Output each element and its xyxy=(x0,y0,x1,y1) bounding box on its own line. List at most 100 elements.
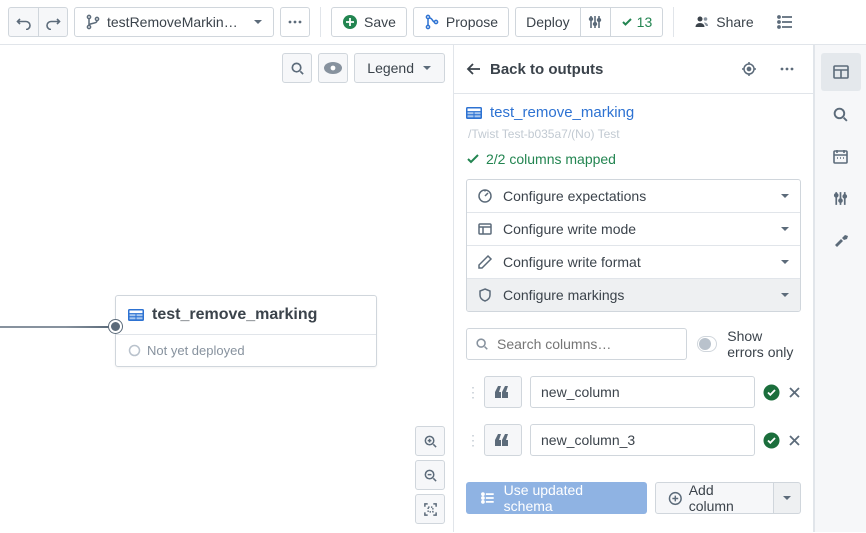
deploy-status-button[interactable]: 13 xyxy=(610,7,664,37)
rail-sliders-button[interactable] xyxy=(821,179,861,217)
panel-more-button[interactable] xyxy=(773,55,801,83)
valid-icon xyxy=(763,384,780,401)
more-icon xyxy=(287,14,303,30)
canvas[interactable]: Legend test_remove_marking Not yet deplo… xyxy=(0,45,454,532)
config-label: Configure markings xyxy=(503,287,770,303)
dataset-icon xyxy=(466,105,482,121)
save-icon xyxy=(342,14,358,30)
back-label: Back to outputs xyxy=(490,61,603,78)
search-icon xyxy=(832,106,849,123)
drag-handle[interactable]: ⋮⋮ xyxy=(466,433,476,447)
zoom-in-button[interactable] xyxy=(415,426,445,456)
check-icon xyxy=(466,152,480,166)
drag-handle[interactable]: ⋮⋮ xyxy=(466,385,476,399)
arrow-left-icon xyxy=(466,61,482,77)
people-icon xyxy=(694,14,710,30)
caret-down-icon xyxy=(780,257,790,267)
configure-expectations-row[interactable]: Configure expectations xyxy=(467,180,800,213)
search-icon xyxy=(475,337,489,351)
target-button[interactable] xyxy=(735,55,763,83)
sliders-icon xyxy=(832,190,849,207)
zoom-in-icon xyxy=(423,434,438,449)
caret-down-icon xyxy=(780,191,790,201)
zoom-fit-button[interactable] xyxy=(415,494,445,524)
dataset-icon xyxy=(128,307,144,323)
share-label: Share xyxy=(716,14,753,30)
more-button[interactable] xyxy=(280,7,310,37)
save-button[interactable]: Save xyxy=(331,7,407,37)
circle-icon xyxy=(128,344,141,357)
fullscreen-icon xyxy=(423,502,438,517)
column-type-button[interactable] xyxy=(484,424,522,456)
caret-down-icon xyxy=(780,290,790,300)
search-columns-input[interactable] xyxy=(497,336,678,352)
input-port[interactable] xyxy=(109,320,122,333)
deploy-settings-button[interactable] xyxy=(580,7,610,37)
branch-name: testRemoveMarkin… xyxy=(107,14,238,30)
dataset-node[interactable]: test_remove_marking Not yet deployed xyxy=(115,295,377,367)
node-title: test_remove_marking xyxy=(152,306,317,324)
use-updated-schema-button[interactable]: Use updated schema xyxy=(466,482,647,514)
legend-button[interactable]: Legend xyxy=(354,53,445,83)
columns-mapped-status: 2/2 columns mapped xyxy=(466,147,801,167)
show-errors-label: Show errors only xyxy=(727,328,801,360)
outline-button[interactable] xyxy=(770,7,800,37)
configure-write-format-row[interactable]: Configure write format xyxy=(467,246,800,279)
config-label: Configure write mode xyxy=(503,221,770,237)
save-label: Save xyxy=(364,14,396,30)
right-rail xyxy=(814,45,866,532)
panel-icon xyxy=(832,63,850,81)
mapped-text: 2/2 columns mapped xyxy=(486,151,616,167)
canvas-search-button[interactable] xyxy=(282,53,312,83)
plus-circle-icon xyxy=(668,491,683,506)
configure-markings-row[interactable]: Configure markings xyxy=(467,279,800,311)
use-updated-label: Use updated schema xyxy=(504,482,633,514)
propose-button[interactable]: Propose xyxy=(413,7,509,37)
deploy-group: Deploy 13 xyxy=(515,7,663,37)
caret-down-icon xyxy=(780,224,790,234)
zoom-out-button[interactable] xyxy=(415,460,445,490)
undo-button[interactable] xyxy=(8,7,38,37)
column-name-input[interactable]: new_column xyxy=(530,376,755,408)
deploy-label: Deploy xyxy=(526,14,570,30)
zoom-out-icon xyxy=(423,468,438,483)
back-to-outputs-button[interactable]: Back to outputs xyxy=(466,61,725,78)
remove-column-button[interactable] xyxy=(788,434,801,447)
caret-down-icon xyxy=(253,17,263,27)
config-label: Configure write format xyxy=(503,254,770,270)
layout-icon xyxy=(477,221,493,237)
search-icon xyxy=(290,61,305,76)
dataset-name: test_remove_marking xyxy=(490,104,634,121)
redo-button[interactable] xyxy=(38,7,68,37)
output-panel: Back to outputs test_remove_marking /Twi… xyxy=(454,45,814,532)
deploy-button[interactable]: Deploy xyxy=(515,7,580,37)
rail-schedule-button[interactable] xyxy=(821,137,861,175)
hammer-icon xyxy=(832,231,850,249)
valid-icon xyxy=(763,432,780,449)
share-button[interactable]: Share xyxy=(684,7,763,37)
rail-build-button[interactable] xyxy=(821,221,861,259)
remove-column-button[interactable] xyxy=(788,386,801,399)
add-column-button[interactable]: Add column xyxy=(655,482,774,514)
rail-search-button[interactable] xyxy=(821,95,861,133)
edge-line xyxy=(0,326,109,328)
column-type-button[interactable] xyxy=(484,376,522,408)
dataset-link[interactable]: test_remove_marking xyxy=(466,104,801,121)
propose-label: Propose xyxy=(446,14,498,30)
column-name-input[interactable]: new_column_3 xyxy=(530,424,755,456)
column-row: ⋮⋮ new_column xyxy=(466,376,801,408)
branch-icon xyxy=(85,14,101,30)
quote-icon xyxy=(495,386,511,398)
rail-settings-button[interactable] xyxy=(821,53,861,91)
configure-write-mode-row[interactable]: Configure write mode xyxy=(467,213,800,246)
undo-icon xyxy=(16,14,32,30)
add-column-menu-button[interactable] xyxy=(774,482,801,514)
dataset-path: /Twist Test-b035a7/(No) Test xyxy=(466,127,801,141)
canvas-view-button[interactable] xyxy=(318,53,348,83)
check-icon xyxy=(621,16,633,28)
branch-selector[interactable]: testRemoveMarkin… xyxy=(74,7,274,37)
caret-down-icon xyxy=(782,493,792,503)
show-errors-toggle[interactable] xyxy=(697,336,717,352)
deploy-count: 13 xyxy=(637,14,653,30)
undo-redo-group xyxy=(8,7,68,37)
